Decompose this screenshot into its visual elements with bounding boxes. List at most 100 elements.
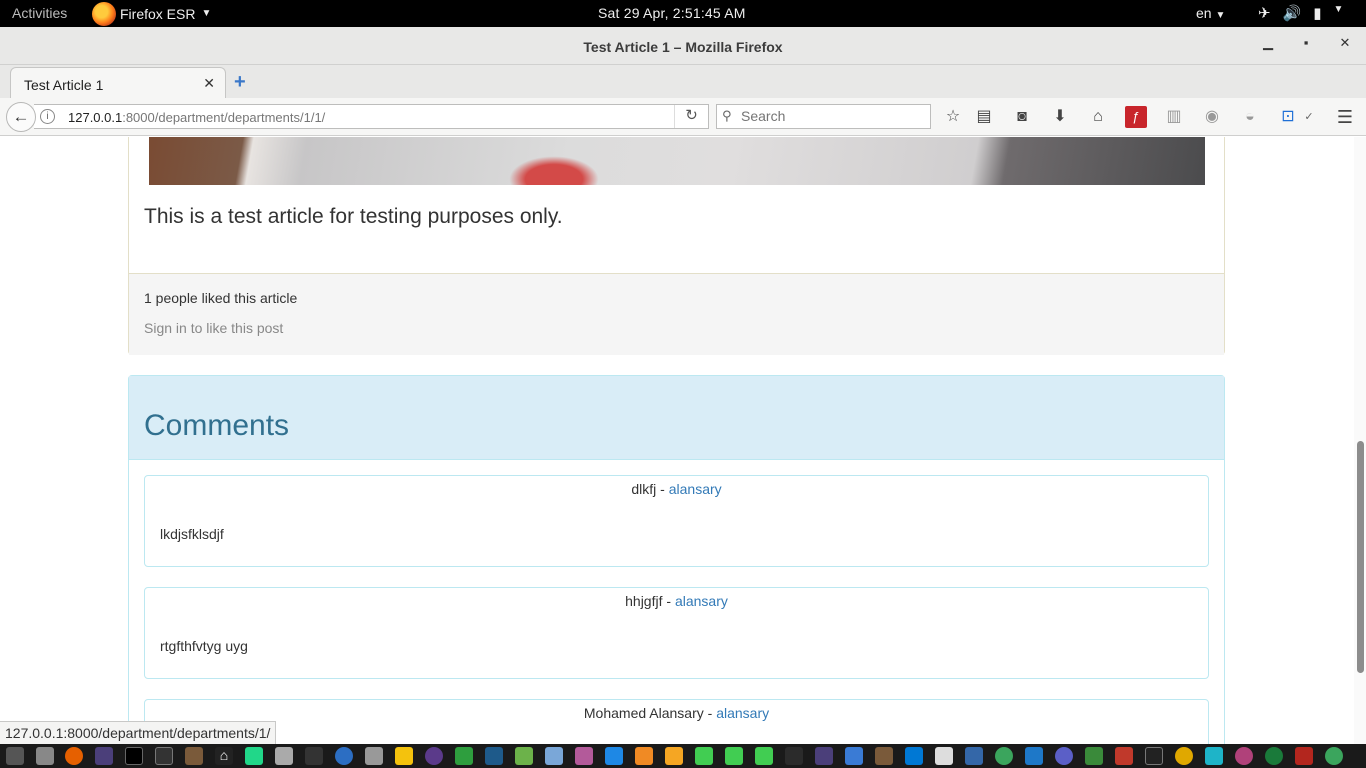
search-input[interactable]: [741, 108, 921, 124]
xampp-icon[interactable]: [665, 747, 683, 765]
terminal-icon[interactable]: [125, 747, 143, 765]
sync-icon[interactable]: [1055, 747, 1073, 765]
comment-title: hhjgfjf: [625, 593, 663, 609]
network-app-icon[interactable]: [1325, 747, 1343, 765]
url-host: 127.0.0.1: [68, 110, 123, 125]
pycharm-icon[interactable]: [245, 747, 263, 765]
reload-icon[interactable]: ↻: [674, 105, 708, 128]
network-icon[interactable]: [365, 747, 383, 765]
window-title: Test Article 1 – Mozilla Firefox: [583, 39, 783, 55]
sunflower-icon[interactable]: [1175, 747, 1193, 765]
mendeley-icon[interactable]: [1115, 747, 1133, 765]
database-icon[interactable]: [545, 747, 563, 765]
console-icon[interactable]: [1145, 747, 1163, 765]
search-icon: ⚲: [722, 108, 732, 123]
system-tray[interactable]: ✈ 🔊 ▮ ▼: [1258, 4, 1343, 22]
r-icon[interactable]: [335, 747, 353, 765]
comment-separator: -: [656, 481, 669, 497]
app-menu[interactable]: Firefox ESR ▼: [92, 0, 211, 27]
navigation-bar: i 127.0.0.1:8000/department/departments/…: [0, 98, 1366, 136]
filezilla-icon[interactable]: [1295, 747, 1313, 765]
libreoffice-icon[interactable]: [605, 747, 623, 765]
language-label: en: [1196, 5, 1212, 21]
tex-2-icon[interactable]: [815, 747, 833, 765]
url-bar[interactable]: i 127.0.0.1:8000/department/departments/…: [34, 104, 709, 129]
clock[interactable]: Sat 29 Apr, 2:51:45 AM: [598, 5, 746, 21]
activities-button[interactable]: Activities: [12, 5, 67, 21]
page-scrollbar[interactable]: [1354, 137, 1366, 744]
extension-icon-4[interactable]: ⊡: [1277, 106, 1299, 128]
volume-icon: 🔊: [1282, 5, 1302, 22]
extension-icon-2[interactable]: ◉: [1201, 106, 1223, 128]
comment-author-link[interactable]: alansary: [675, 593, 728, 609]
downloads-icon[interactable]: ⬇: [1049, 106, 1071, 128]
new-tab-icon[interactable]: +: [234, 71, 246, 94]
language-indicator[interactable]: en ▼: [1196, 5, 1225, 21]
extension-icon-3[interactable]: ◒: [1239, 106, 1261, 128]
reading-list-icon[interactable]: ▤: [973, 106, 995, 128]
bookmark-star-icon[interactable]: ☆: [942, 106, 964, 128]
comment-card: dlkfj - alansary lkdjsfklsdjf: [144, 475, 1209, 567]
firefox-icon[interactable]: [65, 747, 83, 765]
comments-title: Comments: [144, 409, 290, 442]
camera-icon[interactable]: [965, 747, 983, 765]
qt-2-icon[interactable]: [755, 747, 773, 765]
home-icon[interactable]: ⌂: [1087, 106, 1109, 128]
url-text[interactable]: 127.0.0.1:8000/department/departments/1/…: [68, 110, 325, 125]
comment-author-link[interactable]: alansary: [716, 705, 769, 721]
page-viewport: This is a test article for testing purpo…: [0, 137, 1366, 744]
comment-title: Mohamed Alansary: [583, 705, 704, 721]
qt-icon[interactable]: [725, 747, 743, 765]
package-icon[interactable]: [275, 747, 293, 765]
home-folder-icon[interactable]: ⌂: [215, 747, 233, 765]
sublime-2-icon[interactable]: [875, 747, 893, 765]
globe-icon[interactable]: [995, 747, 1013, 765]
chart-app-icon[interactable]: [485, 747, 503, 765]
document-icon[interactable]: [515, 747, 533, 765]
scrollbar-thumb[interactable]: [1357, 441, 1364, 673]
minimize-icon[interactable]: ▁: [1258, 35, 1278, 51]
vscode-icon[interactable]: [905, 747, 923, 765]
grid-app-icon[interactable]: [395, 747, 413, 765]
menu-icon[interactable]: ☰: [1334, 106, 1356, 128]
texmaker-icon[interactable]: [935, 747, 953, 765]
chevron-down-icon[interactable]: ✓: [1298, 106, 1320, 128]
extension-icon[interactable]: ▥: [1163, 106, 1185, 128]
chrome-like-icon[interactable]: [1265, 747, 1283, 765]
bug-icon[interactable]: [695, 747, 713, 765]
back-button[interactable]: ←: [6, 102, 36, 132]
article-image: [149, 137, 1205, 185]
comment-separator: -: [662, 593, 675, 609]
wolfram-icon[interactable]: [785, 747, 803, 765]
tab-test-article[interactable]: Test Article 1 ✕: [10, 67, 226, 98]
sheets-icon[interactable]: [455, 747, 473, 765]
tex-icon[interactable]: [95, 747, 113, 765]
search-box[interactable]: ⚲: [716, 104, 931, 129]
m-app-icon[interactable]: [1235, 747, 1253, 765]
mail-icon[interactable]: [845, 747, 863, 765]
blocks-icon[interactable]: [1025, 747, 1043, 765]
files-icon[interactable]: [36, 747, 54, 765]
pocket-icon[interactable]: ◙: [1011, 106, 1033, 128]
site-info-icon[interactable]: i: [40, 109, 55, 124]
flash-icon[interactable]: ƒ: [1125, 106, 1147, 128]
comment-header: dlkfj - alansary: [145, 481, 1208, 497]
sign-in-to-like-link[interactable]: Sign in to like this post: [144, 320, 283, 336]
comment-card: hhjgfjf - alansary rtgfthfvtyg uyg: [144, 587, 1209, 679]
maximize-icon[interactable]: ▪: [1296, 35, 1316, 50]
settings-gear-icon[interactable]: [635, 747, 653, 765]
app-launcher-icon[interactable]: [6, 747, 24, 765]
close-tab-icon[interactable]: ✕: [203, 75, 215, 92]
frame-icon[interactable]: [1205, 747, 1223, 765]
canopy-icon[interactable]: [305, 747, 323, 765]
terminal-2-icon[interactable]: [155, 747, 173, 765]
comment-author-link[interactable]: alansary: [669, 481, 722, 497]
comment-header: hhjgfjf - alansary: [145, 593, 1208, 609]
sublime-icon[interactable]: [185, 747, 203, 765]
eclipse-icon[interactable]: [425, 747, 443, 765]
vim-icon[interactable]: [1085, 747, 1103, 765]
window-title-bar: Test Article 1 – Mozilla Firefox ▁ ▪ ✕: [0, 27, 1366, 65]
anki-icon[interactable]: [575, 747, 593, 765]
close-window-icon[interactable]: ✕: [1335, 35, 1355, 51]
comment-header: Mohamed Alansary - alansary: [145, 705, 1208, 721]
